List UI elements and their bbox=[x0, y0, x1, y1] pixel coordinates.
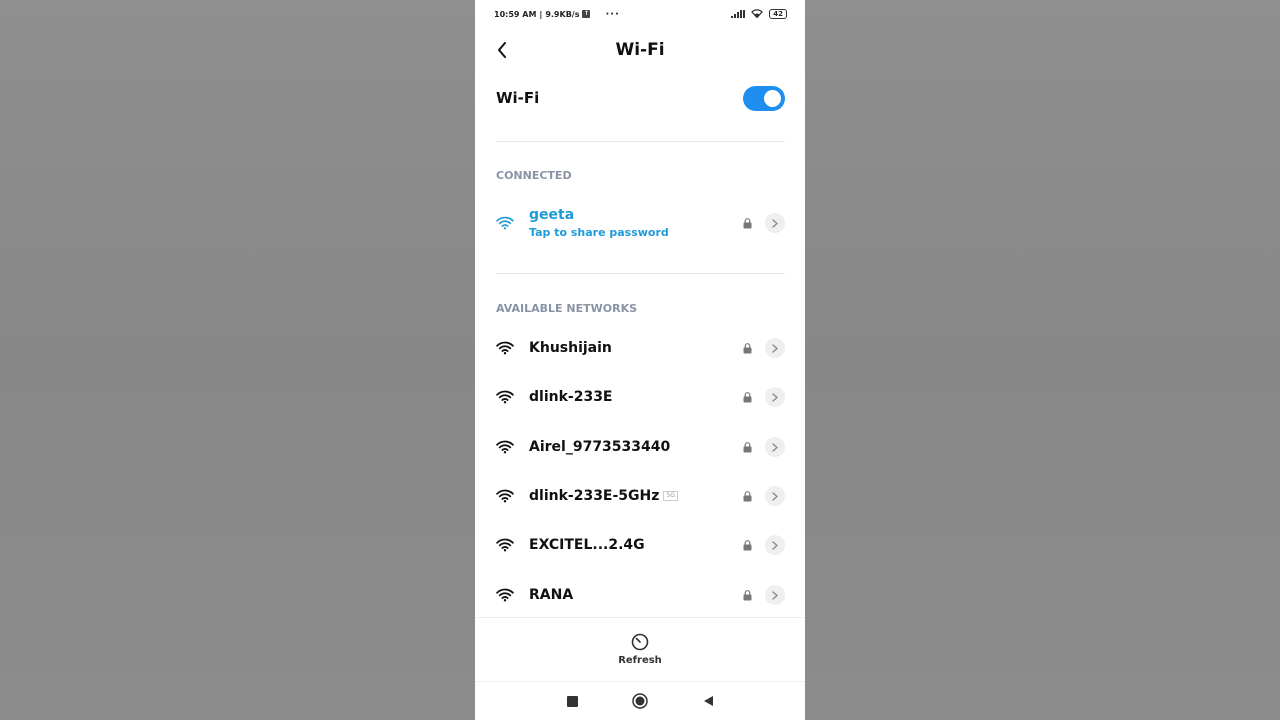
status-time: 10:59 AM bbox=[494, 9, 537, 19]
home-circle-icon bbox=[632, 693, 648, 709]
network-details-button[interactable] bbox=[765, 213, 785, 233]
lock-icon bbox=[743, 490, 753, 502]
lock-icon bbox=[743, 391, 753, 403]
wifi-signal-icon bbox=[496, 587, 516, 603]
chevron-right-icon bbox=[772, 590, 778, 600]
network-name: EXCITEL...2.4G bbox=[529, 537, 645, 553]
refresh-icon bbox=[631, 633, 649, 651]
toggle-knob bbox=[764, 89, 781, 107]
refresh-button[interactable]: Refresh bbox=[618, 633, 662, 666]
network-details-button[interactable] bbox=[765, 338, 785, 358]
app-header: Wi-Fi bbox=[475, 30, 805, 70]
connected-section-header: CONNECTED bbox=[496, 169, 572, 182]
status-dots: ··· bbox=[605, 8, 620, 20]
background-right bbox=[805, 0, 1280, 720]
network-name: dlink-233E bbox=[529, 389, 613, 405]
network-row[interactable]: EXCITEL...2.4G bbox=[496, 525, 785, 565]
home-button[interactable] bbox=[632, 693, 648, 709]
network-row[interactable]: dlink-233E bbox=[496, 377, 785, 417]
recents-button[interactable] bbox=[564, 693, 580, 709]
wifi-signal-icon bbox=[496, 537, 516, 553]
network-name: Airel_9773533440 bbox=[529, 439, 671, 455]
wifi-signal-icon bbox=[496, 340, 516, 356]
network-details-button[interactable] bbox=[765, 486, 785, 506]
network-name: Khushijain bbox=[529, 340, 612, 356]
wifi-signal-icon bbox=[496, 215, 516, 231]
network-details-button[interactable] bbox=[765, 585, 785, 605]
wifi-signal-icon bbox=[496, 488, 516, 504]
back-button[interactable] bbox=[493, 40, 511, 60]
status-speed: 9.9KB/s bbox=[545, 9, 580, 19]
background-left bbox=[0, 0, 475, 720]
back-nav-button[interactable] bbox=[700, 693, 716, 709]
lock-icon bbox=[743, 539, 753, 551]
divider bbox=[496, 273, 785, 274]
lock-icon bbox=[743, 441, 753, 453]
network-row[interactable]: Khushijain bbox=[496, 328, 785, 368]
wifi-toggle-switch[interactable] bbox=[743, 85, 785, 111]
refresh-label: Refresh bbox=[618, 655, 662, 666]
system-nav-bar bbox=[475, 681, 805, 720]
network-details-button[interactable] bbox=[765, 535, 785, 555]
network-row[interactable]: Airel_9773533440 bbox=[496, 427, 785, 467]
status-bar: 10:59 AM | 9.9KB/s ↑ ··· 42 bbox=[475, 0, 805, 28]
available-section-header: AVAILABLE NETWORKS bbox=[496, 302, 638, 315]
wifi-toggle-label: Wi-Fi bbox=[496, 89, 540, 107]
phone-screen: 10:59 AM | 9.9KB/s ↑ ··· 42 Wi-Fi Wi-Fi bbox=[475, 0, 805, 720]
divider bbox=[496, 141, 785, 142]
battery-icon: 42 bbox=[769, 9, 787, 19]
network-name: dlink-233E-5GHz bbox=[529, 488, 660, 504]
network-row[interactable]: RANA bbox=[496, 575, 785, 615]
share-password-link[interactable]: Tap to share password bbox=[529, 226, 669, 239]
chevron-right-icon bbox=[772, 491, 778, 501]
page-title: Wi-Fi bbox=[615, 40, 665, 60]
wifi-signal-icon bbox=[496, 439, 516, 455]
chevron-right-icon bbox=[772, 218, 778, 228]
chevron-right-icon bbox=[772, 343, 778, 353]
refresh-bar: Refresh bbox=[475, 617, 805, 681]
lock-icon bbox=[743, 342, 753, 354]
lock-icon bbox=[743, 217, 753, 229]
connected-network-row[interactable]: geeta Tap to share password bbox=[496, 203, 785, 243]
square-icon bbox=[566, 695, 578, 707]
signal-icon bbox=[731, 10, 746, 18]
network-details-button[interactable] bbox=[765, 387, 785, 407]
wifi-toggle-row: Wi-Fi bbox=[496, 80, 785, 116]
chevron-right-icon bbox=[772, 442, 778, 452]
chevron-right-icon bbox=[772, 540, 778, 550]
back-arrow-icon bbox=[498, 42, 506, 58]
network-details-button[interactable] bbox=[765, 437, 785, 457]
wifi-status-icon bbox=[751, 8, 764, 20]
chevron-right-icon bbox=[772, 392, 778, 402]
upload-icon: ↑ bbox=[582, 10, 591, 18]
lock-icon bbox=[743, 589, 753, 601]
wifi-signal-icon bbox=[496, 389, 516, 405]
network-row[interactable]: dlink-233E-5GHz 5G bbox=[496, 476, 785, 516]
triangle-back-icon bbox=[703, 696, 713, 706]
band-tag: 5G bbox=[663, 491, 678, 501]
network-name: RANA bbox=[529, 587, 574, 603]
connected-network-name: geeta bbox=[529, 207, 575, 223]
